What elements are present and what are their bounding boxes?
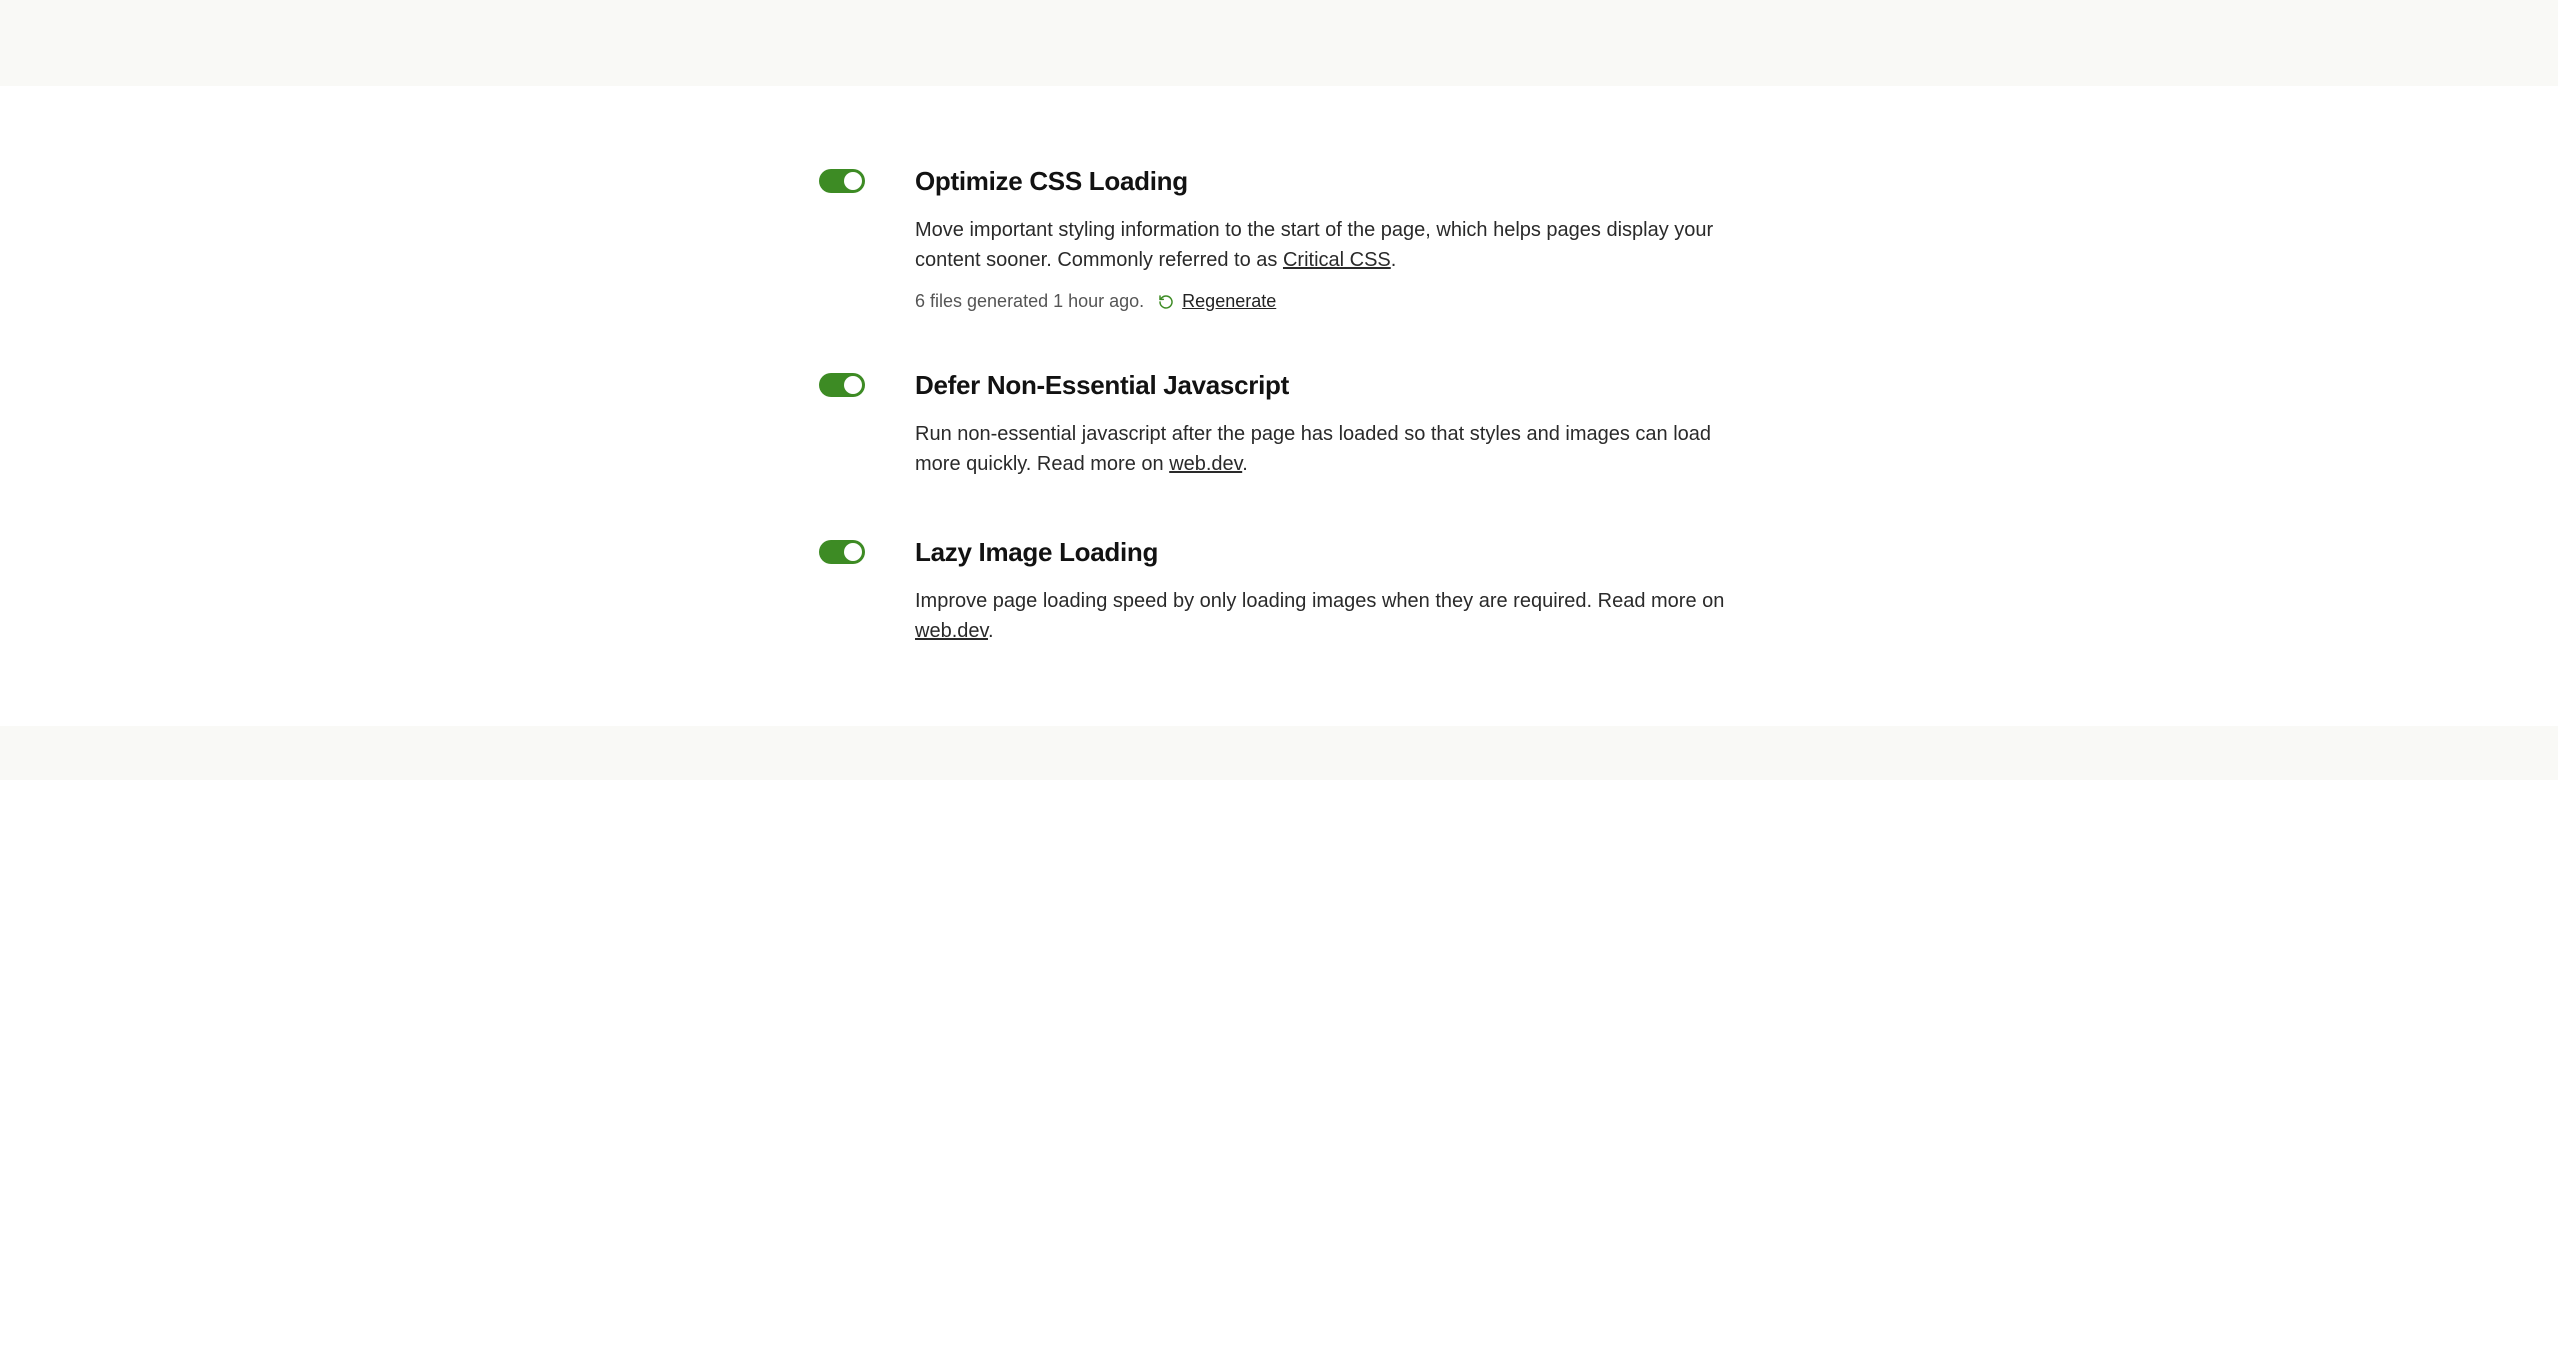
toggle-defer-js[interactable] <box>819 373 865 397</box>
toggle-lazy-images[interactable] <box>819 540 865 564</box>
setting-title: Lazy Image Loading <box>915 537 1739 568</box>
bottom-band <box>0 726 2558 780</box>
status-line: 6 files generated 1 hour ago. Regenerate <box>915 291 1739 312</box>
link-critical-css[interactable]: Critical CSS <box>1283 249 1391 271</box>
toggle-col <box>819 166 915 193</box>
toggle-col <box>819 537 915 564</box>
setting-row-optimize-css: Optimize CSS Loading Move important styl… <box>819 166 1739 312</box>
link-web-dev[interactable]: web.dev <box>1169 453 1242 475</box>
desc-suffix: . <box>1391 249 1397 271</box>
status-text: 6 files generated 1 hour ago. <box>915 291 1144 312</box>
regenerate-button[interactable]: Regenerate <box>1158 291 1276 312</box>
setting-title: Optimize CSS Loading <box>915 166 1739 197</box>
refresh-icon <box>1158 294 1174 310</box>
setting-title: Defer Non-Essential Javascript <box>915 370 1739 401</box>
top-band <box>0 0 2558 86</box>
desc-suffix: . <box>1242 453 1248 475</box>
settings-list: Optimize CSS Loading Move important styl… <box>779 166 1779 646</box>
setting-text-col: Defer Non-Essential Javascript Run non-e… <box>915 370 1739 479</box>
desc-suffix: . <box>988 620 994 642</box>
setting-text-col: Optimize CSS Loading Move important styl… <box>915 166 1739 312</box>
link-web-dev[interactable]: web.dev <box>915 620 988 642</box>
toggle-knob <box>844 376 862 394</box>
setting-text-col: Lazy Image Loading Improve page loading … <box>915 537 1739 646</box>
desc-prefix: Improve page loading speed by only loadi… <box>915 590 1724 612</box>
setting-description: Move important styling information to th… <box>915 215 1739 275</box>
toggle-optimize-css[interactable] <box>819 169 865 193</box>
setting-description: Run non-essential javascript after the p… <box>915 419 1739 479</box>
desc-prefix: Run non-essential javascript after the p… <box>915 423 1711 475</box>
settings-content: Optimize CSS Loading Move important styl… <box>0 86 2558 726</box>
regenerate-label: Regenerate <box>1182 291 1276 312</box>
toggle-knob <box>844 543 862 561</box>
setting-description: Improve page loading speed by only loadi… <box>915 586 1739 646</box>
setting-row-defer-js: Defer Non-Essential Javascript Run non-e… <box>819 370 1739 479</box>
setting-row-lazy-images: Lazy Image Loading Improve page loading … <box>819 537 1739 646</box>
toggle-knob <box>844 172 862 190</box>
toggle-col <box>819 370 915 397</box>
